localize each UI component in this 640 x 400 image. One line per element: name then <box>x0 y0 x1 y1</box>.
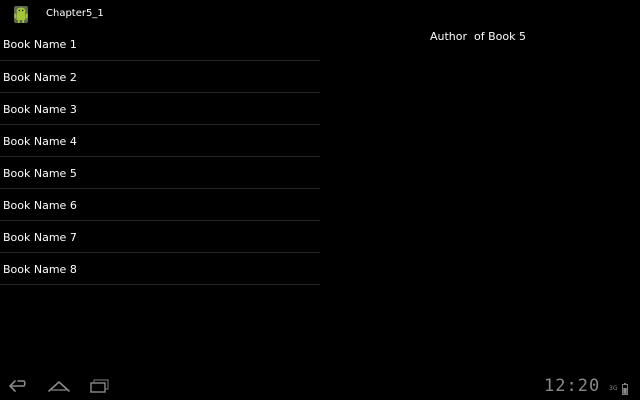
system-bar: 12:20 3G <box>0 372 640 400</box>
android-robot-icon[interactable] <box>11 4 31 24</box>
action-bar: Chapter5_1 <box>0 0 640 28</box>
book-name-label: Book Name 8 <box>3 263 77 276</box>
book-name-label: Book Name 6 <box>3 199 77 212</box>
book-name-label: Book Name 2 <box>3 71 77 84</box>
book-name-label: Book Name 1 <box>3 38 77 51</box>
book-list-item-2[interactable]: Book Name 2 <box>0 61 320 93</box>
book-name-label: Book Name 7 <box>3 231 77 244</box>
book-name-label: Book Name 3 <box>3 103 77 116</box>
book-list-item-4[interactable]: Book Name 4 <box>0 125 320 157</box>
book-list-item-1[interactable]: Book Name 1 <box>0 28 320 61</box>
battery-icon <box>622 380 628 395</box>
author-text: Author of Book 5 <box>430 30 526 43</box>
book-list: Book Name 1 Book Name 2 Book Name 3 Book… <box>0 28 320 285</box>
recent-apps-icon[interactable] <box>88 378 112 394</box>
clock[interactable]: 12:20 <box>544 376 600 396</box>
app-title: Chapter5_1 <box>46 8 104 19</box>
detail-pane: Author of Book 5 <box>320 28 640 368</box>
book-list-item-8[interactable]: Book Name 8 <box>0 253 320 285</box>
home-icon[interactable] <box>47 378 71 394</box>
book-list-item-5[interactable]: Book Name 5 <box>0 157 320 189</box>
book-name-label: Book Name 5 <box>3 167 77 180</box>
book-list-item-7[interactable]: Book Name 7 <box>0 221 320 253</box>
book-list-item-3[interactable]: Book Name 3 <box>0 93 320 125</box>
app-screen: Chapter5_1 Book Name 1 Book Name 2 Book … <box>0 0 640 400</box>
book-name-label: Book Name 4 <box>3 135 77 148</box>
back-icon[interactable] <box>7 378 31 394</box>
signal-indicator: 3G <box>609 385 618 392</box>
book-list-item-6[interactable]: Book Name 6 <box>0 189 320 221</box>
